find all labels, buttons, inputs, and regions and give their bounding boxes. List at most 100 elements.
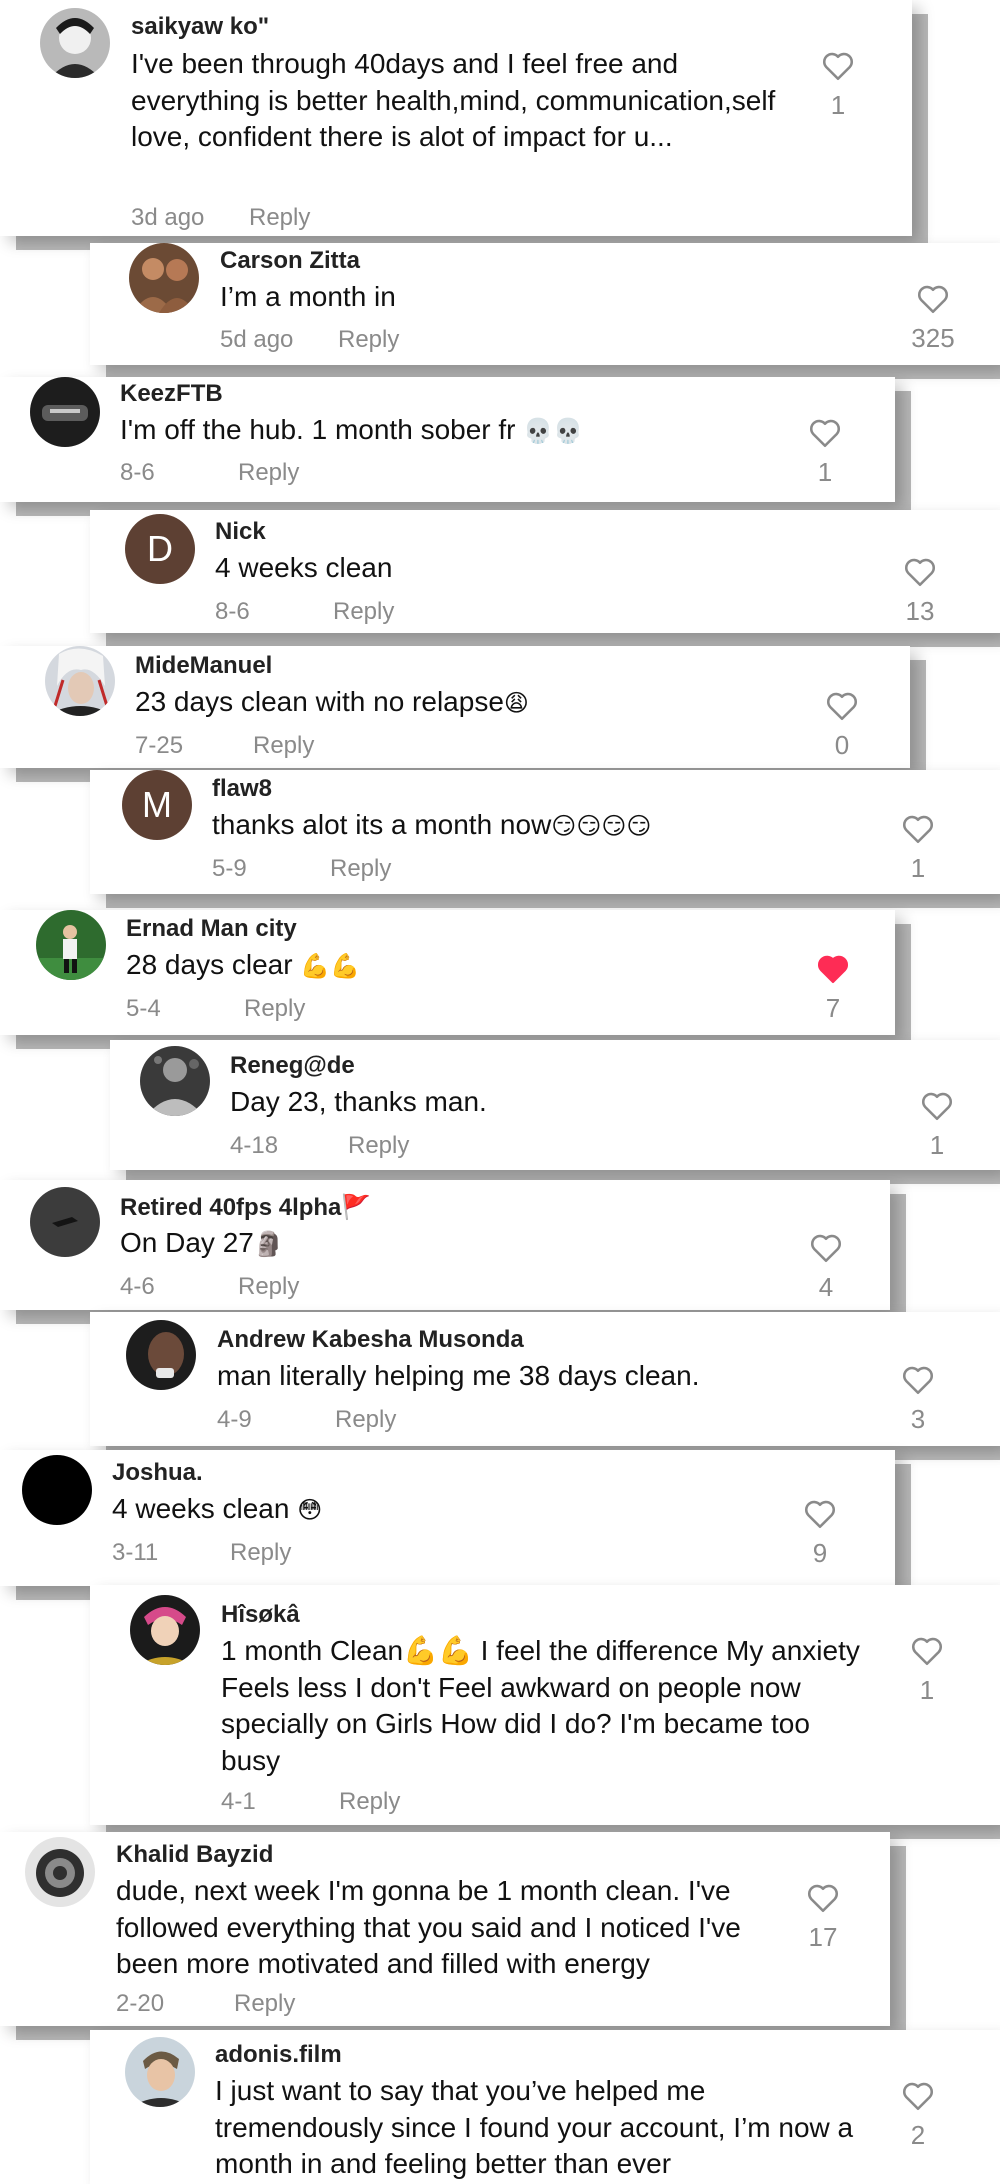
like-button[interactable]: 13 xyxy=(890,556,950,627)
avatar[interactable] xyxy=(30,1187,100,1257)
comment-date: 5-4 xyxy=(126,995,161,1022)
comment-meta: 2-20 Reply xyxy=(116,1990,416,2018)
comment-username[interactable]: Reneg@de xyxy=(230,1052,355,1080)
comment-meta: 5d ago Reply xyxy=(220,326,520,354)
comment-meta: 4-18 Reply xyxy=(230,1132,530,1160)
like-count: 1 xyxy=(830,90,846,120)
comment-card: MideManuel 23 days clean with no relapse… xyxy=(0,646,910,768)
heart-icon[interactable] xyxy=(888,2080,948,2112)
comment-text: 4 weeks clean xyxy=(215,552,393,583)
avatar[interactable] xyxy=(129,243,199,313)
comment-username[interactable]: Hîsøkâ xyxy=(221,1601,300,1629)
like-button[interactable]: 1 xyxy=(888,813,948,884)
reply-button[interactable]: Reply xyxy=(335,1406,396,1434)
comment-text-body: thanks alot its a month now xyxy=(212,809,552,840)
avatar[interactable] xyxy=(25,1837,95,1907)
avatar[interactable]: M xyxy=(122,770,192,840)
avatar[interactable] xyxy=(22,1455,92,1525)
comment-card: Reneg@de Day 23, thanks man. 4-18 Reply … xyxy=(110,1040,1000,1170)
like-button[interactable]: 17 xyxy=(793,1882,853,1953)
avatar[interactable] xyxy=(30,377,100,447)
smirk-emoji: 😏😏😏😏 xyxy=(551,812,652,840)
heart-icon[interactable] xyxy=(793,1882,853,1914)
heart-icon[interactable] xyxy=(808,50,868,82)
like-button[interactable]: 2 xyxy=(888,2080,948,2151)
heart-icon[interactable] xyxy=(907,1090,967,1122)
like-button[interactable]: 0 xyxy=(812,690,872,761)
heart-icon[interactable] xyxy=(795,417,855,449)
avatar[interactable] xyxy=(125,2037,195,2107)
comment-username[interactable]: Nick xyxy=(215,518,266,546)
comment-card: saikyaw ko" I've been through 40days and… xyxy=(0,0,912,236)
avatar[interactable]: D xyxy=(125,514,195,584)
like-button[interactable]: 325 xyxy=(898,283,968,354)
heart-icon[interactable] xyxy=(790,1498,850,1530)
like-count: 325 xyxy=(911,323,955,353)
comment-username[interactable]: Joshua. xyxy=(112,1459,203,1487)
reply-button[interactable]: Reply xyxy=(348,1132,409,1160)
comment-text-body: 4 weeks clean xyxy=(112,1493,290,1524)
comment-username[interactable]: flaw8 xyxy=(212,775,272,803)
avatar[interactable] xyxy=(45,646,115,716)
comment-username[interactable]: MideManuel xyxy=(135,652,272,680)
like-count: 1 xyxy=(919,1675,935,1705)
comment-username[interactable]: adonis.film xyxy=(215,2041,342,2069)
avatar-letter: M xyxy=(142,784,172,825)
comment-card: Ernad Man city 28 days clear 💪💪 5-4 Repl… xyxy=(0,910,895,1035)
comment-username[interactable]: Ernad Man city xyxy=(126,915,297,943)
reply-button[interactable]: Reply xyxy=(338,326,399,354)
comment-text: dude, next week I'm gonna be 1 month cle… xyxy=(116,1875,741,1979)
comment-username[interactable]: Andrew Kabesha Musonda xyxy=(217,1326,524,1354)
comment-username[interactable]: Khalid Bayzid xyxy=(116,1841,273,1869)
reply-button[interactable]: Reply xyxy=(249,204,310,232)
like-button[interactable]: 4 xyxy=(796,1232,856,1303)
reply-button[interactable]: Reply xyxy=(238,459,299,487)
heart-icon[interactable] xyxy=(897,1635,957,1667)
like-button[interactable]: 1 xyxy=(808,50,868,121)
comment-date: 8-6 xyxy=(215,598,250,625)
comment-username[interactable]: KeezFTB xyxy=(120,380,223,408)
comment-date: 7-25 xyxy=(135,732,184,759)
like-button[interactable]: 7 xyxy=(803,953,863,1024)
avatar[interactable] xyxy=(40,8,110,78)
like-button[interactable]: 1 xyxy=(795,417,855,488)
flushed-face-emoji: 😳 xyxy=(297,1496,323,1524)
avatar[interactable] xyxy=(140,1046,210,1116)
comment-text: man literally helping me 38 days clean. xyxy=(217,1360,700,1391)
heart-icon[interactable] xyxy=(812,690,872,722)
comment-username[interactable]: Retired 40fps 4lpha🚩 xyxy=(120,1193,371,1222)
reply-button[interactable]: Reply xyxy=(339,1788,400,1816)
reply-button[interactable]: Reply xyxy=(234,1990,295,2018)
comment-text: I've been through 40days and I feel free… xyxy=(131,48,776,152)
heart-icon[interactable] xyxy=(888,813,948,845)
like-button[interactable]: 1 xyxy=(897,1635,957,1706)
like-button[interactable]: 1 xyxy=(907,1090,967,1161)
avatar[interactable] xyxy=(130,1595,200,1665)
like-button[interactable]: 9 xyxy=(790,1498,850,1569)
heart-icon[interactable] xyxy=(890,556,950,588)
comment-username[interactable]: Carson Zitta xyxy=(220,247,360,275)
like-button[interactable]: 3 xyxy=(888,1364,948,1435)
reply-button[interactable]: Reply xyxy=(230,1539,291,1567)
avatar[interactable] xyxy=(36,910,106,980)
comment-card: Andrew Kabesha Musonda man literally hel… xyxy=(90,1312,1000,1446)
like-count: 13 xyxy=(905,596,935,626)
comment-text: thanks alot its a month now😏😏😏😏 xyxy=(212,807,832,845)
comment-username[interactable]: saikyaw ko" xyxy=(131,13,269,41)
avatar[interactable] xyxy=(126,1320,196,1390)
heart-icon[interactable] xyxy=(796,1232,856,1264)
comment-date: 5d ago xyxy=(220,326,294,353)
reply-button[interactable]: Reply xyxy=(333,598,394,626)
comment-meta: 5-4 Reply xyxy=(126,995,426,1023)
heart-icon-liked[interactable] xyxy=(803,953,863,985)
comment-card: Khalid Bayzid dude, next week I'm gonna … xyxy=(0,1832,890,2026)
reply-button[interactable]: Reply xyxy=(253,732,314,760)
reply-button[interactable]: Reply xyxy=(238,1273,299,1301)
comment-text: I’m a month in xyxy=(220,281,396,312)
like-count: 3 xyxy=(910,1404,926,1434)
heart-icon[interactable] xyxy=(898,283,968,315)
heart-icon[interactable] xyxy=(888,1364,948,1396)
reply-button[interactable]: Reply xyxy=(244,995,305,1023)
comment-text: 4 weeks clean 😳 xyxy=(112,1491,712,1529)
reply-button[interactable]: Reply xyxy=(330,855,391,883)
